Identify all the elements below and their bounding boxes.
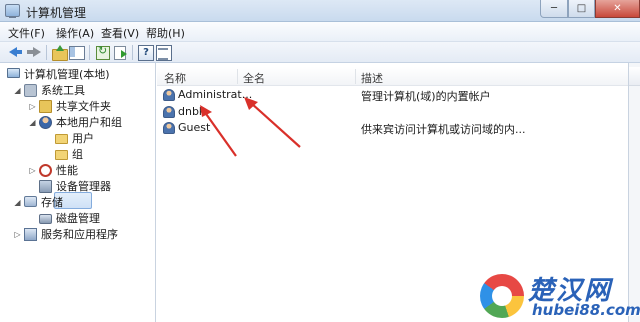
collapse-arrow-icon[interactable]: ▷ <box>13 227 22 243</box>
disk-management-icon <box>39 214 52 224</box>
user-icon <box>163 122 175 134</box>
menu-action[interactable]: 操作(A) <box>56 25 94 41</box>
menu-help[interactable]: 帮助(H) <box>146 25 185 41</box>
users-groups-icon <box>39 116 52 129</box>
computer-management-icon <box>5 4 20 18</box>
refresh-icon[interactable] <box>94 44 111 60</box>
expand-arrow-icon[interactable]: ◢ <box>13 83 22 99</box>
tree-item-computer-management[interactable]: 计算机管理(本地) <box>0 67 156 83</box>
tree-item-local-users-groups[interactable]: ◢ 本地用户和组 <box>0 115 156 131</box>
collapse-arrow-icon[interactable]: ▷ <box>28 99 37 115</box>
toolbar-separator <box>132 45 133 60</box>
tree-item-users[interactable]: 用户 <box>0 131 156 147</box>
storage-icon <box>24 196 37 207</box>
toolbar <box>0 42 640 63</box>
services-icon <box>24 228 37 241</box>
folder-icon <box>55 134 68 144</box>
tree-item-services-apps[interactable]: ▷ 服务和应用程序 <box>0 227 156 243</box>
tree-label: 共享文件夹 <box>56 100 111 113</box>
list-item-dnbk[interactable]: dnbk <box>161 104 621 120</box>
folder-icon <box>55 150 68 160</box>
watermark-logo-icon <box>480 274 524 318</box>
list-item-guest[interactable]: Guest 供来宾访问计算机或访问域的内... <box>161 120 621 136</box>
user-description: 管理计算机(域)的内置帐户 <box>361 90 491 103</box>
watermark-url: hubei88.com <box>532 301 640 319</box>
column-divider[interactable] <box>237 69 238 84</box>
maximize-button[interactable]: □ <box>568 0 595 18</box>
column-description[interactable]: 描述 <box>361 70 383 86</box>
user-name: Guest <box>178 121 211 134</box>
list-item-administrator[interactable]: Administrat... 管理计算机(域)的内置帐户 <box>161 87 621 103</box>
tree-label: 性能 <box>56 164 78 177</box>
user-icon <box>163 89 175 101</box>
tree-item-shared-folders[interactable]: ▷ 共享文件夹 <box>0 99 156 115</box>
column-name[interactable]: 名称 <box>164 70 186 86</box>
menu-bar: 文件(F) 操作(A) 查看(V) 帮助(H) <box>0 22 640 42</box>
window-title: 计算机管理 <box>26 6 87 20</box>
expand-arrow-icon[interactable]: ◢ <box>13 195 22 211</box>
show-tree-icon[interactable] <box>68 44 85 60</box>
tree-label: 存储 <box>41 196 63 209</box>
watermark: 楚汉网 hubei88.com <box>474 270 640 322</box>
tree-item-disk-management[interactable]: 磁盘管理 <box>0 211 156 227</box>
tree-label: 用户 <box>72 132 94 145</box>
computer-icon <box>7 68 20 78</box>
tree-item-storage[interactable]: ◢ 存储 <box>0 195 156 211</box>
user-name: dnbk <box>178 105 206 118</box>
tree-label: 服务和应用程序 <box>41 228 118 241</box>
device-manager-icon <box>39 180 52 193</box>
user-name: Administrat... <box>178 88 253 101</box>
properties-icon[interactable] <box>155 44 172 61</box>
collapse-arrow-icon[interactable]: ▷ <box>28 163 37 179</box>
tree-label: 组 <box>72 148 83 161</box>
tree-item-performance[interactable]: ▷ 性能 <box>0 163 156 179</box>
navigation-tree[interactable]: 计算机管理(本地) ◢ 系统工具 ▷ 共享文件夹 ◢ 本地用户和组 用户 组 ▷… <box>0 63 156 322</box>
tree-label: 系统工具 <box>41 84 85 97</box>
user-icon <box>163 106 175 118</box>
user-description: 供来宾访问计算机或访问域的内... <box>361 123 526 136</box>
tree-label: 本地用户和组 <box>56 116 122 129</box>
column-fullname[interactable]: 全名 <box>243 70 265 86</box>
tree-label: 计算机管理(本地) <box>24 68 110 81</box>
minimize-button[interactable]: ─ <box>540 0 568 18</box>
tools-icon <box>24 84 37 97</box>
back-arrow-icon[interactable] <box>7 44 24 60</box>
column-divider[interactable] <box>355 69 356 84</box>
toolbar-separator <box>46 45 47 60</box>
performance-icon <box>39 164 52 177</box>
tree-label: 设备管理器 <box>56 180 111 193</box>
expand-arrow-icon[interactable]: ◢ <box>28 115 37 131</box>
tree-label: 磁盘管理 <box>56 212 100 225</box>
close-button[interactable]: ✕ <box>595 0 640 18</box>
up-folder-icon[interactable] <box>51 44 68 61</box>
list-header: 名称 全名 描述 <box>157 67 628 86</box>
actions-header <box>629 67 640 86</box>
forward-arrow-icon[interactable] <box>25 44 42 60</box>
tree-item-groups[interactable]: 组 <box>0 147 156 163</box>
title-bar: 计算机管理 ─ □ ✕ <box>0 0 640 22</box>
menu-view[interactable]: 查看(V) <box>101 25 139 41</box>
export-list-icon[interactable] <box>112 44 129 60</box>
help-icon[interactable] <box>137 44 154 61</box>
toolbar-separator <box>89 45 90 60</box>
shared-folder-icon <box>39 100 52 113</box>
tree-item-device-manager[interactable]: 设备管理器 <box>0 179 156 195</box>
tree-item-system-tools[interactable]: ◢ 系统工具 <box>0 83 156 99</box>
menu-file[interactable]: 文件(F) <box>8 25 45 41</box>
